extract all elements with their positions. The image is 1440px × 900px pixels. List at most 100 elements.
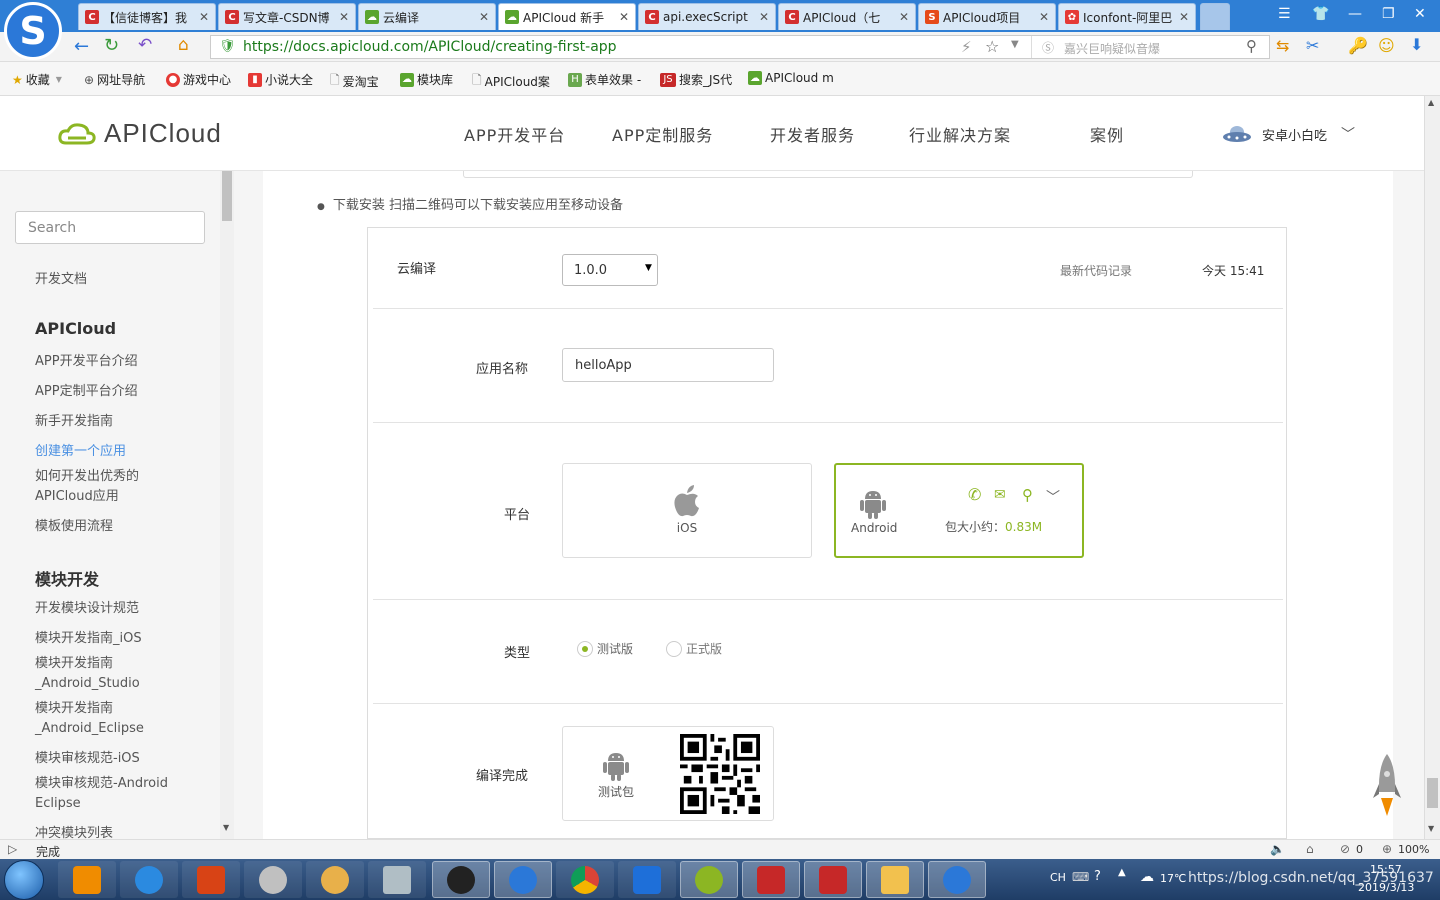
- sidebar-search-input[interactable]: Search: [15, 211, 205, 244]
- lock-icon[interactable]: ⌂: [1306, 842, 1314, 856]
- sidebar-item-excellent-app[interactable]: 如何开发出优秀的: [35, 467, 139, 487]
- tray-expand-icon[interactable]: ▲: [1118, 867, 1126, 878]
- sidebar-item-module-android-studio-2[interactable]: _Android_Studio: [35, 674, 140, 694]
- taskbar-sogou-2[interactable]: [928, 861, 986, 898]
- browser-tab-6[interactable]: C APICloud（七 ✕: [778, 3, 916, 30]
- emoji-icon[interactable]: ☺: [1378, 36, 1395, 55]
- screenshot-scissors-icon[interactable]: ✂: [1306, 36, 1319, 55]
- input-language[interactable]: CH: [1050, 871, 1066, 884]
- scroll-down-icon[interactable]: ▼: [223, 823, 229, 832]
- nav-developer-services[interactable]: 开发者服务: [770, 122, 855, 146]
- mail-icon[interactable]: ✉: [994, 487, 1006, 503]
- close-tab-icon[interactable]: ✕: [619, 10, 629, 24]
- close-tab-icon[interactable]: ✕: [339, 10, 349, 24]
- sidebar-item-template-flow[interactable]: 模板使用流程: [35, 517, 113, 537]
- minimize-icon[interactable]: —: [1348, 6, 1362, 22]
- sidebar-scrollbar[interactable]: ▼: [220, 171, 234, 839]
- version-select[interactable]: 1.0.0 ▼: [562, 254, 658, 286]
- taskbar-apicloud-studio[interactable]: [680, 861, 738, 898]
- clock-time[interactable]: 15:57: [1370, 863, 1402, 876]
- bookmark-favorites[interactable]: ★ 收藏 ▼: [12, 71, 62, 88]
- menu-icon[interactable]: ☰: [1278, 6, 1291, 22]
- clock-date[interactable]: 2019/3/13: [1358, 881, 1414, 894]
- weather-cloud-icon[interactable]: ☁: [1140, 869, 1154, 885]
- sidebar-item-review-ios[interactable]: 模块审核规范-iOS: [35, 749, 140, 769]
- sidebar-item-review-android[interactable]: 模块审核规范-Android: [35, 774, 168, 794]
- browser-tab-5[interactable]: Capi.execScript ✕: [638, 3, 776, 30]
- refresh-icon[interactable]: ↻: [104, 35, 119, 56]
- taskbar-media-player[interactable]: [58, 861, 116, 898]
- nav-cases[interactable]: 案例: [1090, 122, 1124, 146]
- home-icon[interactable]: ⌂: [178, 35, 189, 55]
- close-tab-icon[interactable]: ✕: [199, 10, 209, 24]
- keyboard-icon[interactable]: ⌨: [1072, 870, 1089, 884]
- back-to-top-rocket-icon[interactable]: [1370, 752, 1404, 818]
- taskbar-qq[interactable]: [432, 861, 490, 898]
- nav-app-platform[interactable]: APP开发平台: [464, 122, 565, 146]
- taskbar-explorer[interactable]: [866, 861, 924, 898]
- sidebar-item-create-first-app-active[interactable]: 创建第一个应用: [35, 442, 126, 462]
- taskbar-dx-app-1[interactable]: [742, 861, 800, 898]
- taskbar-ie[interactable]: [120, 861, 178, 898]
- phone-icon[interactable]: ✆: [968, 485, 981, 504]
- start-button-icon[interactable]: [4, 860, 44, 900]
- sidebar-item-module-spec[interactable]: 开发模块设计规范: [35, 599, 139, 619]
- close-tab-icon[interactable]: ✕: [1179, 10, 1189, 24]
- sidebar-scroll-thumb[interactable]: [222, 171, 232, 221]
- bookmark-form-effects[interactable]: H 表单效果 -: [568, 71, 641, 88]
- skin-icon[interactable]: 👕: [1312, 6, 1329, 22]
- scroll-up-icon[interactable]: ▲: [1428, 98, 1434, 107]
- restore-icon[interactable]: ❐: [1382, 6, 1395, 22]
- taskbar-wps[interactable]: [618, 861, 676, 898]
- zoom-icon[interactable]: ⊕: [1382, 842, 1392, 856]
- taskbar-snipping[interactable]: [244, 861, 302, 898]
- bookmark-modules[interactable]: ☁ 模块库: [400, 71, 453, 88]
- url-field[interactable]: 🛡 https://docs.apicloud.com/APICloud/cre…: [210, 35, 1270, 59]
- bookmark-novels[interactable]: ▮ 小说大全: [248, 71, 313, 88]
- bookmark-games[interactable]: ● 游戏中心: [166, 71, 231, 88]
- browser-tab-1[interactable]: C 【信徒博客】我 ✕: [78, 3, 216, 30]
- apicloud-logo[interactable]: APICloud: [58, 118, 222, 149]
- nav-app-custom[interactable]: APP定制服务: [612, 122, 713, 146]
- zoom-level[interactable]: 100%: [1398, 843, 1429, 856]
- taskbar-calculator[interactable]: [368, 861, 426, 898]
- bookmark-js-search[interactable]: JS 搜索_JS代: [660, 71, 732, 88]
- sidebar-item-custom-intro[interactable]: APP定制平台介绍: [35, 382, 138, 402]
- location-pin-icon[interactable]: ⚲: [1022, 486, 1033, 504]
- page-scrollbar[interactable]: ▲ ▼: [1424, 96, 1440, 839]
- sidebar-toggle-icon[interactable]: ▷: [8, 842, 17, 856]
- type-release-radio[interactable]: 正式版: [666, 640, 722, 657]
- translate-icon[interactable]: ⇆: [1276, 36, 1289, 55]
- sidebar-item-conflict-modules[interactable]: 冲突模块列表: [35, 824, 113, 839]
- help-icon[interactable]: ?: [1094, 869, 1101, 884]
- sidebar-item-review-android-2[interactable]: Eclipse: [35, 794, 81, 814]
- type-test-radio[interactable]: 测试版: [577, 640, 633, 657]
- search-icon[interactable]: ⚲: [1246, 37, 1257, 55]
- bookmark-apicloud-cases[interactable]: 🗋 APICloud案: [472, 71, 550, 92]
- back-icon[interactable]: ←: [74, 36, 89, 57]
- sidebar-item-dev-docs[interactable]: 开发文档: [35, 270, 87, 290]
- chevron-down-icon[interactable]: ﹀: [1046, 487, 1060, 507]
- taskbar-dx-app-2[interactable]: [804, 861, 862, 898]
- bookmark-nav[interactable]: ⊕ 网址导航: [84, 71, 145, 88]
- speaker-icon[interactable]: 🔈: [1270, 842, 1285, 856]
- close-tab-icon[interactable]: ✕: [1039, 10, 1049, 24]
- sidebar-item-platform-intro[interactable]: APP开发平台介绍: [35, 352, 138, 372]
- browser-tab-3[interactable]: ☁ 云编译 ✕: [358, 3, 496, 30]
- favorite-star-icon[interactable]: ☆: [985, 37, 999, 56]
- scroll-down-icon[interactable]: ▼: [1428, 824, 1434, 833]
- download-icon[interactable]: ⬇: [1410, 35, 1423, 54]
- taskbar-app-ec[interactable]: [182, 861, 240, 898]
- bookmark-taobao[interactable]: 🗋 爱淘宝: [330, 71, 379, 92]
- platform-android-option-selected[interactable]: Android ✆ ✉ ⚲ ﹀ 包大小约：0.83M: [834, 463, 1084, 558]
- sidebar-item-module-android-eclipse[interactable]: 模块开发指南: [35, 699, 113, 719]
- nav-industry-solutions[interactable]: 行业解决方案: [909, 122, 1011, 146]
- browser-tab-4-active[interactable]: ☁ APICloud 新手 ✕: [498, 3, 636, 30]
- close-tab-icon[interactable]: ✕: [479, 10, 489, 24]
- search-box[interactable]: Ⓢ 嘉兴巨响疑似音爆 ⚲: [1031, 36, 1269, 58]
- qr-code-icon[interactable]: [679, 734, 761, 814]
- browser-tab-2[interactable]: C 写文章-CSDN博 ✕: [218, 3, 356, 30]
- adblock-icon[interactable]: ⊘: [1340, 842, 1350, 856]
- tools-icon[interactable]: 🔑: [1348, 36, 1368, 55]
- sidebar-item-beginner-guide[interactable]: 新手开发指南: [35, 412, 113, 432]
